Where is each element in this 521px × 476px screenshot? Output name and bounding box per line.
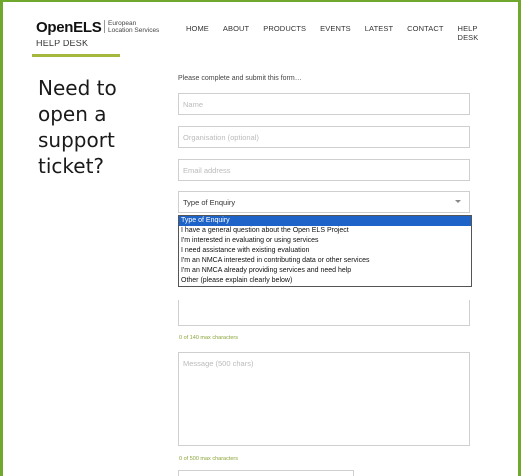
logo-subtitle: European Location Services <box>108 20 159 34</box>
enquiry-option[interactable]: I need assistance with existing evaluati… <box>179 246 471 256</box>
logo-subtitle-line2: Location Services <box>108 27 160 34</box>
enquiry-type-select[interactable]: Type of Enquiry <box>178 191 470 213</box>
chevron-down-icon <box>455 200 461 203</box>
frame-border-left <box>0 0 3 476</box>
next-form-field[interactable] <box>178 470 354 476</box>
enquiry-option[interactable]: I'm interested in evaluating or using se… <box>179 236 471 246</box>
form-intro: Please complete and submit this form… <box>178 75 302 82</box>
main-nav: HOME ABOUT PRODUCTS EVENTS LATEST CONTAC… <box>186 24 506 42</box>
nav-item-about[interactable]: ABOUT <box>223 24 249 42</box>
enquiry-option[interactable]: Type of Enquiry <box>179 216 471 226</box>
enquiry-option[interactable]: I have a general question about the Open… <box>179 226 471 236</box>
enquiry-type-selected-value: Type of Enquiry <box>183 198 236 207</box>
subject-char-count: 0 of 140 max characters <box>179 335 239 341</box>
message-char-count: 0 of 500 max characters <box>179 456 239 462</box>
nav-item-home[interactable]: HOME <box>186 24 209 42</box>
enquiry-type-dropdown: Type of Enquiry I have a general questio… <box>178 215 472 287</box>
nav-item-latest[interactable]: LATEST <box>365 24 393 42</box>
organisation-input[interactable]: Organisation (optional) <box>178 126 470 148</box>
nav-item-help-desk[interactable]: HELP DESK <box>458 24 492 42</box>
logo-divider <box>104 20 105 33</box>
enquiry-option[interactable]: I'm an NMCA already providing services a… <box>179 266 471 276</box>
site-logo[interactable]: OpenELS <box>36 19 102 36</box>
message-textarea[interactable]: Message (500 chars) <box>178 352 470 446</box>
email-input[interactable]: Email address <box>178 159 470 181</box>
nav-item-contact[interactable]: CONTACT <box>407 24 443 42</box>
nav-item-events[interactable]: EVENTS <box>320 24 351 42</box>
name-input[interactable]: Name <box>178 93 470 115</box>
breadcrumb-underline <box>32 54 120 57</box>
enquiry-option[interactable]: Other (please explain clearly below) <box>179 276 471 286</box>
frame-border-top <box>0 0 521 2</box>
breadcrumb: HELP DESK <box>36 40 89 48</box>
page-title: Need to open a support ticket? <box>38 76 117 178</box>
enquiry-option[interactable]: I'm an NMCA interested in contributing d… <box>179 256 471 266</box>
subject-input[interactable] <box>178 300 470 326</box>
nav-item-products[interactable]: PRODUCTS <box>263 24 306 42</box>
site-header: OpenELS European Location Services HOME … <box>36 14 506 42</box>
logo-subtitle-line1: European <box>108 20 137 27</box>
